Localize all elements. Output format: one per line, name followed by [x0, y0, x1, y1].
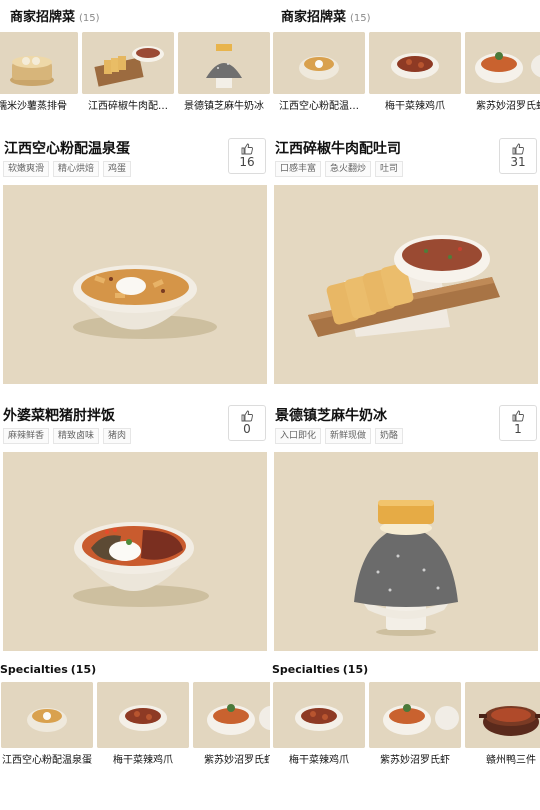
section-title: 商家招牌菜 (15) [281, 6, 371, 25]
like-count: 0 [243, 422, 251, 436]
strip-item-label: 景德镇芝麻牛奶冰 [184, 101, 264, 112]
strip-item-label: 紫苏妙沼罗氏虾 [476, 101, 540, 112]
dish-strip: 江西空心粉配温泉蛋 梅干菜辣鸡爪 紫苏妙沼罗氏虾 [1, 682, 270, 768]
section-title-text: Specialties [0, 663, 68, 676]
strip-item[interactable]: 江西碎椒牛肉配… [82, 32, 174, 114]
tag: 奶酪 [375, 428, 404, 444]
like-count: 16 [239, 155, 255, 169]
strip-item-label: 紫苏妙沼罗氏虾 [380, 755, 450, 766]
dish-card[interactable]: 江西碎椒牛肉配吐司 口感丰富 急火翻炒 吐司 31 [270, 130, 540, 390]
tag: 新鲜现做 [325, 428, 372, 444]
tag-list: 软嫩爽滑 精心烘焙 鸡蛋 [3, 161, 132, 177]
section-count: (15) [342, 663, 369, 676]
sesame-milk-ice-image [274, 452, 538, 651]
tag: 吐司 [375, 161, 404, 177]
chicken-bowl-image [97, 682, 189, 748]
shrimp-bowl-image [369, 682, 461, 748]
strip-item[interactable]: 糯米沙薯蒸排骨 [0, 32, 78, 114]
tag: 软嫩爽滑 [3, 161, 50, 177]
like-button[interactable]: 0 [228, 405, 266, 441]
dish-card[interactable]: 景德镇芝麻牛奶冰 入口即化 新鲜现做 奶酪 1 [270, 397, 540, 657]
tag-list: 口感丰富 急火翻炒 吐司 [275, 161, 404, 177]
thumbs-up-icon [512, 410, 524, 422]
dish-title: 江西碎椒牛肉配吐司 [275, 141, 401, 157]
tag: 精致卤味 [53, 428, 100, 444]
section-title: Specialties (15) [272, 663, 368, 676]
strip-item-label: 梅干菜辣鸡爪 [113, 755, 173, 766]
tag: 麻辣鲜香 [3, 428, 50, 444]
chicken-bowl-image [369, 32, 461, 94]
pasta-egg-bowl-image [3, 185, 267, 384]
tag: 精心烘焙 [53, 161, 100, 177]
sesame-ice-image [178, 32, 270, 94]
dish-title: 江西空心粉配温泉蛋 [4, 141, 130, 157]
strip-item-label: 糯米沙薯蒸排骨 [0, 101, 67, 112]
thumbs-up-icon [241, 143, 253, 155]
top-strip-left: 商家招牌菜 (15) 糯米沙薯蒸排骨 江西碎椒牛肉配… 景德镇芝麻牛奶冰 [0, 0, 270, 125]
like-count: 1 [514, 422, 522, 436]
strip-item[interactable]: 景德镇芝麻牛奶冰 [178, 32, 270, 114]
section-title: Specialties (15) [0, 663, 96, 676]
pasta-bowl-image [1, 682, 93, 748]
section-count: (15) [70, 663, 97, 676]
pasta-bowl-image [273, 32, 365, 94]
duck-pot-image [465, 682, 540, 748]
strip-item-label: 赣州鸭三件 [486, 755, 536, 766]
bottom-strip-right: Specialties (15) 梅干菜辣鸡爪 紫苏妙沼罗氏虾 赣州鸭三件 [270, 660, 540, 780]
bamboo-steamer-image [0, 32, 78, 94]
strip-item[interactable]: 江西空心粉配温泉蛋 [1, 682, 93, 768]
section-title: 商家招牌菜 (15) [10, 6, 100, 25]
dish-title: 景德镇芝麻牛奶冰 [275, 408, 387, 424]
strip-item[interactable]: 梅干菜辣鸡爪 [369, 32, 461, 114]
strip-item-label: 江西空心粉配温… [279, 101, 359, 112]
tag: 入口即化 [275, 428, 322, 444]
toast-and-bowl-image [82, 32, 174, 94]
tag: 口感丰富 [275, 161, 322, 177]
dish-card[interactable]: 江西空心粉配温泉蛋 软嫩爽滑 精心烘焙 鸡蛋 16 [0, 130, 270, 390]
toast-beef-board-image [274, 185, 538, 384]
dish-strip: 糯米沙薯蒸排骨 江西碎椒牛肉配… 景德镇芝麻牛奶冰 [0, 32, 270, 114]
tag: 急火翻炒 [325, 161, 372, 177]
like-button[interactable]: 31 [499, 138, 537, 174]
strip-item[interactable]: 紫苏妙沼罗氏虾 [193, 682, 270, 768]
strip-item-label: 紫苏妙沼罗氏虾 [204, 755, 270, 766]
section-title-text: Specialties [272, 663, 340, 676]
section-count: (15) [350, 13, 371, 24]
strip-item[interactable]: 梅干菜辣鸡爪 [97, 682, 189, 768]
tag: 猪肉 [103, 428, 132, 444]
dish-strip: 梅干菜辣鸡爪 紫苏妙沼罗氏虾 赣州鸭三件 [273, 682, 540, 768]
section-title-text: 商家招牌菜 [281, 10, 347, 25]
strip-item-label: 梅干菜辣鸡爪 [289, 755, 349, 766]
shrimp-bowl-image [193, 682, 270, 748]
strip-item[interactable]: 紫苏妙沼罗氏虾 [465, 32, 540, 114]
dish-strip: 江西空心粉配温… 梅干菜辣鸡爪 紫苏妙沼罗氏虾 [273, 32, 540, 114]
strip-item-label: 江西碎椒牛肉配… [88, 101, 168, 112]
thumbs-up-icon [512, 143, 524, 155]
pork-rice-bowl-image [3, 452, 267, 651]
thumbs-up-icon [241, 410, 253, 422]
like-button[interactable]: 16 [228, 138, 266, 174]
top-strip-right: 商家招牌菜 (15) 江西空心粉配温… 梅干菜辣鸡爪 紫苏妙沼罗氏虾 [270, 0, 540, 125]
like-button[interactable]: 1 [499, 405, 537, 441]
strip-item-label: 梅干菜辣鸡爪 [385, 101, 445, 112]
bottom-strip-left: Specialties (15) 江西空心粉配温泉蛋 梅干菜辣鸡爪 紫苏妙沼罗氏虾 [0, 660, 270, 780]
like-count: 31 [510, 155, 526, 169]
tag-list: 入口即化 新鲜现做 奶酪 [275, 428, 404, 444]
strip-item[interactable]: 梅干菜辣鸡爪 [273, 682, 365, 768]
strip-item-label: 江西空心粉配温泉蛋 [2, 755, 92, 766]
section-count: (15) [79, 13, 100, 24]
chicken-bowl-image [273, 682, 365, 748]
tag: 鸡蛋 [103, 161, 132, 177]
tag-list: 麻辣鲜香 精致卤味 猪肉 [3, 428, 132, 444]
strip-item[interactable]: 赣州鸭三件 [465, 682, 540, 768]
dish-title: 外婆菜粑猪肘拌饭 [3, 408, 115, 424]
shrimp-bowl-image [465, 32, 540, 94]
section-title-text: 商家招牌菜 [10, 10, 76, 25]
strip-item[interactable]: 紫苏妙沼罗氏虾 [369, 682, 461, 768]
dish-card[interactable]: 外婆菜粑猪肘拌饭 麻辣鲜香 精致卤味 猪肉 0 [0, 397, 270, 657]
strip-item[interactable]: 江西空心粉配温… [273, 32, 365, 114]
